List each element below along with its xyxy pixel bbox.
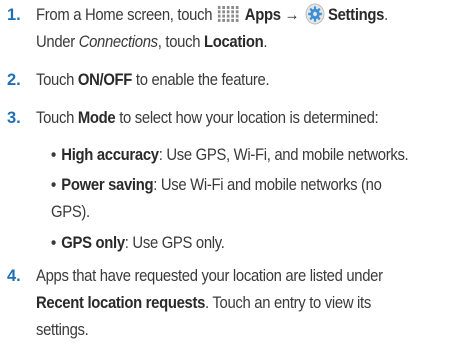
step-1-text-b: Under xyxy=(36,33,75,51)
step-4-number: 4. xyxy=(7,267,21,285)
step-1-number: 1. xyxy=(7,6,21,24)
location-label: Location xyxy=(203,33,264,51)
apps-grid-icon xyxy=(217,4,241,22)
step-1-text-a: From a Home screen, touch xyxy=(36,6,213,24)
mode-item-power-saving: • Power saving: Use Wi-Fi and mobile netw… xyxy=(51,172,474,226)
bullet-glyph: • xyxy=(51,234,56,252)
step-2-text: Touch ON/OFF to enable the feature. xyxy=(36,67,474,94)
bullet-glyph: • xyxy=(51,176,56,194)
step-1-text-c: , touch xyxy=(157,33,201,51)
apps-label: Apps xyxy=(244,6,281,24)
mode-name: Power saving xyxy=(61,176,154,194)
mode-item-high-accuracy: • High accuracy: Use GPS, Wi-Fi, and mobi… xyxy=(51,142,474,169)
mode-desc: : Use Wi-Fi and mobile networks (no xyxy=(153,176,382,194)
step-4-text-a: Apps that have requested your location a… xyxy=(36,267,383,285)
mode-desc: : Use GPS, Wi-Fi, and mobile networks. xyxy=(158,146,409,164)
settings-label: Settings xyxy=(328,6,385,24)
mode-label: Mode xyxy=(77,109,116,127)
instruction-page: 1. From a Home screen, touch Apps → Sett… xyxy=(0,0,476,354)
step-3-text-b: to select how your location is determine… xyxy=(119,109,379,127)
step-1-period: . xyxy=(384,6,388,24)
mode-desc-continued: GPS). xyxy=(51,203,90,221)
recent-requests-label: Recent location requests xyxy=(36,294,206,312)
step-1-text: From a Home screen, touch Apps → Setting… xyxy=(36,2,474,56)
mode-desc: : Use GPS only. xyxy=(124,234,225,252)
step-4-text-c: settings. xyxy=(36,321,89,339)
onoff-label: ON/OFF xyxy=(77,71,133,89)
step-3-text-a: Touch xyxy=(36,109,75,127)
mode-name: GPS only xyxy=(61,234,125,252)
step-2-text-b: to enable the feature. xyxy=(135,71,270,89)
arrow-glyph: → xyxy=(284,6,300,24)
step-1-text-d: . xyxy=(263,33,268,51)
mode-item-gps-only: • GPS only: Use GPS only. xyxy=(51,230,474,257)
bullet-glyph: • xyxy=(51,146,56,164)
step-3-number: 3. xyxy=(7,109,21,127)
mode-name: High accuracy xyxy=(61,146,159,164)
settings-gear-icon xyxy=(305,3,326,25)
connections-label: Connections xyxy=(78,33,158,51)
step-2-number: 2. xyxy=(7,71,21,89)
step-4-text: Apps that have requested your location a… xyxy=(36,263,474,344)
step-2-text-a: Touch xyxy=(36,71,75,89)
step-3-text: Touch Mode to select how your location i… xyxy=(36,105,474,132)
step-4-text-b: . Touch an entry to view its xyxy=(205,294,371,312)
